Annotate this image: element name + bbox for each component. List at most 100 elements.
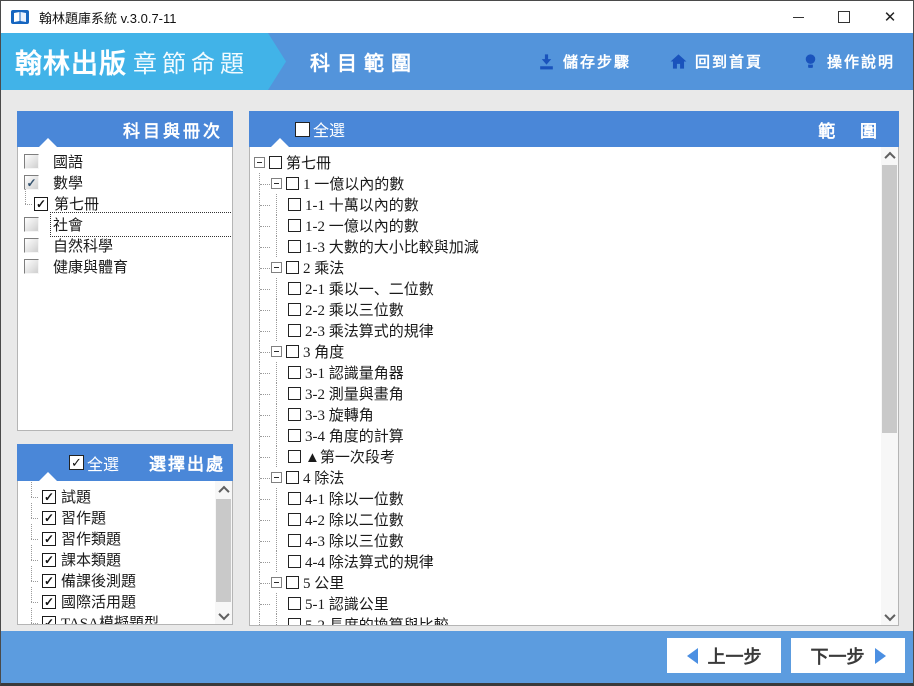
subject-item[interactable]: ✓ 數學 bbox=[18, 172, 232, 193]
tree-item[interactable]: 5 公里 bbox=[250, 572, 898, 593]
tree-item[interactable]: 第七冊 bbox=[250, 152, 898, 173]
tree-checkbox[interactable] bbox=[288, 492, 301, 505]
subject-checkbox[interactable] bbox=[24, 217, 39, 232]
tree-item[interactable]: 3 角度 bbox=[250, 341, 898, 362]
sources-select-all-checkbox[interactable]: ✓ bbox=[69, 455, 84, 470]
source-checkbox[interactable]: ✓ bbox=[42, 531, 56, 546]
source-checkbox[interactable]: ✓ bbox=[42, 615, 56, 624]
tree-item[interactable]: 2 乘法 bbox=[250, 257, 898, 278]
source-item[interactable]: ✓ 試題 bbox=[24, 482, 232, 507]
scope-scrollbar[interactable] bbox=[881, 147, 898, 625]
tree-expander-icon[interactable] bbox=[271, 472, 282, 483]
tree-item[interactable]: 1 一億以內的數 bbox=[250, 173, 898, 194]
tree-checkbox[interactable] bbox=[288, 429, 301, 442]
tree-expander-icon[interactable] bbox=[271, 346, 282, 357]
source-item[interactable]: ✓ TASA模擬題型 bbox=[24, 608, 232, 624]
tree-guide-line bbox=[254, 278, 271, 299]
tree-item[interactable]: 2-1 乘以一、二位數 bbox=[250, 278, 898, 299]
source-checkbox[interactable]: ✓ bbox=[42, 489, 56, 504]
scroll-up-button[interactable] bbox=[881, 147, 898, 164]
subject-checkbox[interactable]: ✓ bbox=[34, 196, 48, 211]
tree-item[interactable]: 4-2 除以二位數 bbox=[250, 509, 898, 530]
source-item[interactable]: ✓ 課本類題 bbox=[24, 545, 232, 570]
tree-item[interactable]: 4 除法 bbox=[250, 467, 898, 488]
source-item[interactable]: ✓ 習作題 bbox=[24, 503, 232, 528]
tree-item[interactable]: 4-4 除法算式的規律 bbox=[250, 551, 898, 572]
tree-item[interactable]: 1-2 一億以內的數 bbox=[250, 215, 898, 236]
tree-checkbox[interactable] bbox=[286, 471, 299, 484]
tree-checkbox[interactable] bbox=[288, 534, 301, 547]
minimize-button[interactable] bbox=[775, 1, 821, 33]
tree-checkbox[interactable] bbox=[288, 387, 301, 400]
tree-item[interactable]: 1-3 大數的大小比較與加減 bbox=[250, 236, 898, 257]
tree-checkbox[interactable] bbox=[286, 576, 299, 589]
tree-item-label: 3-4 角度的計算 bbox=[305, 429, 404, 445]
tree-checkbox[interactable] bbox=[286, 261, 299, 274]
tree-expander-icon[interactable] bbox=[271, 577, 282, 588]
subject-item[interactable]: 社會 bbox=[18, 212, 232, 237]
tree-item[interactable]: 2-3 乘法算式的規律 bbox=[250, 320, 898, 341]
scroll-down-button[interactable] bbox=[881, 608, 898, 625]
save-steps-button[interactable]: 儲存步驟 bbox=[537, 51, 631, 72]
help-button[interactable]: 操作說明 bbox=[801, 51, 895, 72]
prev-step-button[interactable]: 上一步 bbox=[667, 638, 781, 673]
maximize-button[interactable] bbox=[821, 1, 867, 33]
tree-checkbox[interactable] bbox=[288, 408, 301, 421]
subject-checkbox[interactable] bbox=[24, 238, 39, 253]
tree-checkbox[interactable] bbox=[288, 198, 301, 211]
subject-item[interactable]: 國語 bbox=[18, 151, 232, 172]
tree-expander-icon[interactable] bbox=[271, 262, 282, 273]
subject-item[interactable]: 健康與體育 bbox=[18, 256, 232, 277]
source-item[interactable]: ✓ 習作類題 bbox=[24, 524, 232, 549]
tree-item[interactable]: 3-4 角度的計算 bbox=[250, 425, 898, 446]
source-checkbox[interactable]: ✓ bbox=[42, 594, 56, 609]
tree-item[interactable]: 3-3 旋轉角 bbox=[250, 404, 898, 425]
tree-checkbox[interactable] bbox=[288, 219, 301, 232]
source-item[interactable]: ✓ 國際活用題 bbox=[24, 587, 232, 612]
subject-item[interactable]: 自然科學 bbox=[18, 235, 232, 256]
tree-item[interactable]: 3-2 測量與畫角 bbox=[250, 383, 898, 404]
tree-item[interactable]: 3-1 認識量角器 bbox=[250, 362, 898, 383]
tree-checkbox[interactable] bbox=[288, 597, 301, 610]
next-step-button[interactable]: 下一步 bbox=[791, 638, 905, 673]
tree-checkbox[interactable] bbox=[269, 156, 282, 169]
tree-item[interactable]: ▲第一次段考 bbox=[250, 446, 898, 467]
source-label: 備課後測題 bbox=[61, 574, 137, 590]
tree-item[interactable]: 2-2 乘以三位數 bbox=[250, 299, 898, 320]
tree-checkbox[interactable] bbox=[288, 240, 301, 253]
source-checkbox[interactable]: ✓ bbox=[42, 510, 56, 525]
close-button[interactable]: ✕ bbox=[867, 1, 913, 33]
scrollbar-thumb[interactable] bbox=[882, 165, 897, 433]
tree-item[interactable]: 4-1 除以一位數 bbox=[250, 488, 898, 509]
scroll-down-button[interactable] bbox=[215, 607, 232, 624]
tree-checkbox[interactable] bbox=[288, 282, 301, 295]
source-item[interactable]: ✓ 備課後測題 bbox=[24, 566, 232, 591]
tree-item-label: 第七冊 bbox=[286, 156, 332, 172]
tree-checkbox[interactable] bbox=[288, 324, 301, 337]
tree-checkbox[interactable] bbox=[288, 555, 301, 568]
sources-scrollbar[interactable] bbox=[215, 481, 232, 624]
tree-item[interactable]: 5-2 長度的換算與比較 bbox=[250, 614, 898, 625]
tree-expander-icon[interactable] bbox=[254, 157, 265, 168]
tree-item[interactable]: 4-3 除以三位數 bbox=[250, 530, 898, 551]
tree-item[interactable]: 1-1 十萬以內的數 bbox=[250, 194, 898, 215]
scrollbar-thumb[interactable] bbox=[216, 499, 231, 602]
tree-expander-icon[interactable] bbox=[271, 178, 282, 189]
source-checkbox[interactable]: ✓ bbox=[42, 573, 56, 588]
tree-checkbox[interactable] bbox=[288, 450, 301, 463]
subject-checkbox[interactable]: ✓ bbox=[24, 175, 39, 190]
home-button[interactable]: 回到首頁 bbox=[669, 51, 763, 72]
scope-select-all-checkbox[interactable] bbox=[295, 121, 310, 137]
tree-checkbox[interactable] bbox=[288, 513, 301, 526]
subject-item[interactable]: ✓ 第七冊 bbox=[18, 189, 232, 214]
tree-item[interactable]: 5-1 認識公里 bbox=[250, 593, 898, 614]
tree-checkbox[interactable] bbox=[286, 345, 299, 358]
tree-checkbox[interactable] bbox=[288, 303, 301, 316]
scroll-up-button[interactable] bbox=[215, 481, 232, 498]
subject-checkbox[interactable] bbox=[24, 154, 39, 169]
tree-checkbox[interactable] bbox=[288, 618, 301, 625]
tree-checkbox[interactable] bbox=[286, 177, 299, 190]
subject-checkbox[interactable] bbox=[24, 259, 39, 274]
source-checkbox[interactable]: ✓ bbox=[42, 552, 56, 567]
tree-checkbox[interactable] bbox=[288, 366, 301, 379]
